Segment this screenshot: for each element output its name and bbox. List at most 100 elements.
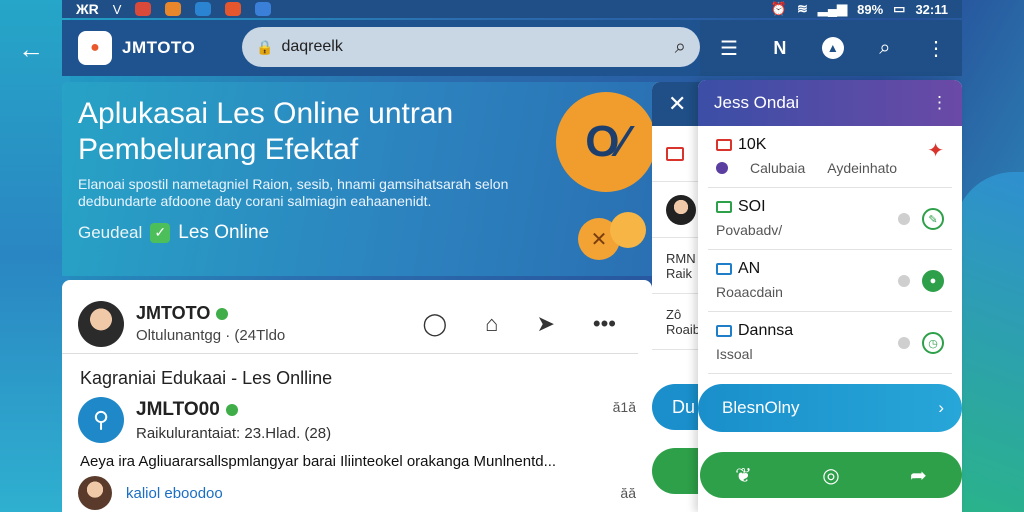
section-title: Kagraniai Edukaai - Les Onlline [80, 368, 333, 388]
avatar[interactable] [78, 300, 124, 347]
more-vert-icon[interactable]: ⋮ [931, 93, 948, 113]
feed: JMTOTO Oltulunantgg · (24Tldo ◯ ⌂ ➤ ••• … [62, 280, 652, 512]
post-header: JMTOTO Oltulunantgg · (24Tldo ◯ ⌂ ➤ ••• [62, 280, 638, 354]
item-title: AN [738, 260, 761, 277]
cta-button[interactable]: BlesnOlny › [698, 384, 962, 432]
alarm-icon: ⏰ [770, 1, 787, 16]
hero-banner: Aplukasai Les Online untran Pembelurang … [62, 82, 662, 276]
post-body: Aeya ira Agliuararsallspmlangyar barai I… [80, 453, 557, 470]
bottom-action-bar: ❦ ◎ ➦ [700, 452, 962, 498]
comment-icon[interactable]: ◯ [423, 311, 448, 337]
avatar [78, 476, 112, 510]
background-left [0, 0, 70, 512]
app-icon-red2 [225, 2, 242, 16]
mid-item-red[interactable] [652, 126, 704, 182]
list-item[interactable]: 10K Calubaia Aydeinhato ✦ [708, 126, 952, 188]
app-bar: ● JMTOTO 🔒 ⌕ [62, 20, 700, 76]
search-icon[interactable]: ⌕ [675, 36, 686, 59]
menu-icon[interactable]: ☰ [720, 36, 738, 61]
app-logo[interactable]: ● [78, 31, 112, 65]
status-dot [898, 337, 910, 349]
leaf-icon[interactable]: ❦ [735, 463, 752, 488]
red-box-icon [666, 146, 684, 161]
list-item[interactable]: SOI Povabadv/ ✎ [708, 188, 952, 250]
avatar [666, 194, 696, 225]
app-icon-red [135, 2, 152, 16]
mid-pill-green[interactable] [652, 448, 704, 494]
post3-side: ăă [620, 485, 636, 501]
tag-icon [716, 263, 732, 275]
list-item[interactable]: Dannsa Issoal ◷ [708, 312, 952, 374]
tag-icon [716, 325, 732, 337]
home-icon[interactable]: ⌂ [485, 311, 498, 337]
right-panel: Jess Ondai ⋮ 10K Calubaia Aydeinhato ✦ SO… [698, 80, 962, 512]
chevron-right-icon: › [938, 398, 944, 417]
signal-icon: ▂▄▆ [817, 1, 848, 16]
battery-level: 89% [857, 1, 884, 17]
chat-icon[interactable]: ● [922, 270, 944, 292]
middle-panel: ✕ RMN Raik Zô Roaib Du [652, 82, 704, 512]
list-item[interactable]: kaliol eboodoo ăă [62, 470, 652, 510]
list-item[interactable]: ⚲ JMLTO00 Raikulurantaiat: 23.Hlad. (28)… [62, 389, 652, 443]
list-item[interactable]: AN Roaacdain ● [708, 250, 952, 312]
hero-illustration: O⁄ [556, 92, 656, 192]
post3-link[interactable]: kaliol eboodoo [126, 485, 620, 502]
item-title: 10K [738, 136, 767, 153]
post2-author: JMLTO00 [136, 398, 220, 420]
verified-icon [216, 307, 229, 320]
close-icon[interactable]: ✕ [652, 82, 704, 126]
search-bar[interactable]: 🔒 ⌕ [242, 27, 700, 67]
app-icon-blue2 [255, 2, 272, 16]
chat-icon[interactable]: ✎ [922, 208, 944, 230]
status-dot [898, 275, 910, 287]
mid-item-text[interactable]: RMN Raik [652, 238, 704, 294]
background-right [954, 172, 1024, 512]
right-toolbar: ☰ N ▲ ⌕ ⋮ [700, 20, 962, 76]
item-sub2: Aydeinhato [827, 160, 898, 176]
tag-icon [716, 201, 732, 213]
search-input[interactable] [281, 38, 675, 56]
clock: 32:11 [915, 1, 948, 17]
lock-icon: 🔒 [256, 38, 274, 55]
search-avatar-icon: ⚲ [78, 397, 124, 443]
post-meta: Oltulunantgg · (24Tldo [136, 327, 286, 344]
dot-icon [716, 162, 728, 174]
right-panel-header: Jess Ondai ⋮ [698, 80, 962, 126]
app-icon-blue [195, 2, 212, 16]
hero-tag-label: Geudeal [78, 222, 143, 242]
status-dot [898, 213, 910, 225]
cta-label: BlesnOlny [722, 398, 800, 417]
item-title: SOI [738, 198, 766, 215]
mid-pill-blue[interactable]: Du [652, 384, 704, 430]
item-sub: Roaacdain [716, 284, 783, 300]
profile-icon[interactable]: ▲ [821, 37, 844, 59]
wifi-icon: ≋ [797, 1, 808, 16]
more-vert-icon[interactable]: ⋮ [926, 36, 946, 61]
verified-icon [225, 403, 238, 416]
share-icon[interactable]: ➦ [910, 463, 927, 488]
check-icon: ✓ [150, 222, 171, 243]
camera-icon[interactable]: ◎ [822, 463, 839, 488]
hero-tag-strong: Les Online [178, 221, 270, 243]
back-arrow-icon[interactable]: ← [16, 34, 46, 64]
chat-icon[interactable]: ◷ [922, 332, 944, 354]
post2-side: ă1ă [612, 399, 636, 415]
send-icon[interactable]: ➤ [536, 311, 554, 337]
mid-item-avatar[interactable] [652, 182, 704, 238]
m-icon[interactable]: N [773, 38, 786, 59]
v-icon: V [112, 1, 122, 17]
more-horiz-icon[interactable]: ••• [593, 311, 616, 337]
hero-title: Aplukasai Les Online untran Pembelurang … [78, 97, 454, 166]
tag-icon [716, 139, 732, 151]
app-icon-orange [165, 2, 182, 16]
post-author[interactable]: JMTOTO [136, 303, 423, 324]
mid-item-text2[interactable]: Zô Roaib [652, 294, 704, 350]
brand: JMTOTO [122, 38, 195, 59]
hero-tag[interactable]: Geudeal ✓ Les Online [78, 222, 646, 244]
brand-name: JMTOTO [122, 37, 196, 57]
post-author-name: JMTOTO [136, 303, 211, 323]
post2-meta: Raikulurantaiat: 23.Hlad. (28) [136, 424, 332, 442]
bird-icon: ✦ [927, 140, 944, 162]
search-icon-right[interactable]: ⌕ [879, 37, 890, 60]
item-sub: Calubaia [750, 160, 806, 176]
